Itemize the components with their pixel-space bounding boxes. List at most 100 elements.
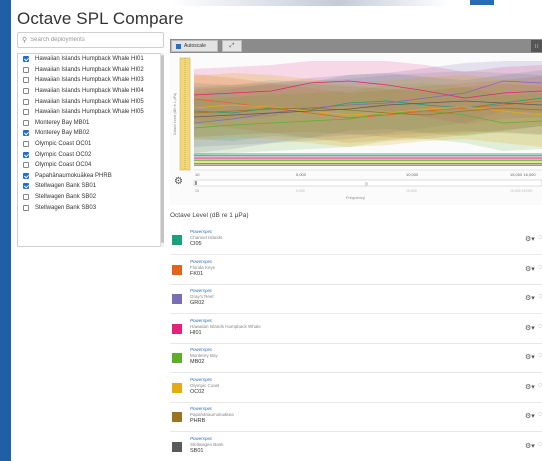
autoscale-checkbox[interactable] (176, 43, 181, 49)
spl-chart-svg[interactable]: Octave Level (dB re 1 μPa) 10 5,000 10,0… (170, 53, 542, 205)
deployment-label: Hawaiian Islands Humpback Whale HI05 (35, 98, 144, 105)
gear-icon[interactable]: ⚙▾ (525, 412, 535, 420)
x-tick-label: 5,000 (296, 172, 307, 177)
series-site: Olympic Coast (190, 382, 220, 388)
series-type: Powerspec (190, 435, 213, 441)
chevron-down-icon[interactable]: ◌ (538, 234, 542, 241)
series-code: PHRB (190, 418, 206, 424)
deployment-item[interactable]: Stellwagen Bank SB03 (18, 202, 163, 213)
series-type: Powerspec (190, 288, 213, 293)
chevron-down-icon[interactable]: ◌ (538, 293, 542, 300)
deployment-item[interactable]: Papahānaumokuākea PHRB (18, 171, 163, 182)
deployment-item[interactable]: Hawaiian Islands Humpback Whale HI05 (18, 96, 163, 107)
deployment-item[interactable]: Olympic Coast OC04 (18, 160, 163, 171)
legend-row[interactable]: Powerspec Olympic Coast OC02 ⚙▾ ◌ (170, 374, 542, 403)
scrollbar-thumb[interactable] (161, 55, 164, 243)
series-site: Papahānaumokuākea (190, 412, 234, 417)
deployment-checkbox[interactable] (23, 119, 29, 126)
legend-row[interactable]: Powerspec Gray's Reef GR02 ⚙▾ ◌ (170, 285, 542, 314)
deployment-checkbox[interactable] (23, 98, 29, 105)
chevron-down-icon[interactable]: ◌ (538, 264, 542, 271)
chevron-down-icon[interactable]: ◌ (538, 352, 542, 359)
grid-icon: ∷ (534, 43, 539, 50)
chart-settings-gear-icon[interactable]: ⚙ (174, 176, 183, 187)
deployment-item[interactable]: Hawaiian Islands Humpback Whale HI04 (18, 86, 163, 97)
deployment-item[interactable]: Monterey Bay MB01 (18, 118, 163, 129)
deployment-label: Monterey Bay MB01 (35, 119, 90, 126)
deployment-label: Stellwagen Bank SB03 (35, 204, 97, 211)
series-type: Powerspec (190, 347, 213, 352)
series-color-swatch[interactable] (172, 264, 182, 275)
deployment-label: Hawaiian Islands Humpback Whale HI02 (35, 66, 144, 73)
legend-row[interactable]: Powerspec Channel Islands CI05 ⚙▾ ◌ (170, 226, 542, 255)
gear-icon[interactable]: ⚙▾ (525, 265, 535, 273)
deployment-checkbox[interactable] (23, 183, 29, 190)
uncertainty-bands (194, 61, 542, 156)
autoscale-toggle[interactable]: Autoscale (171, 40, 218, 52)
range-handle-left[interactable] (195, 181, 197, 185)
deployment-item[interactable]: Stellwagen Bank SB02 (18, 192, 163, 203)
deployment-list-scrollbar[interactable] (160, 53, 164, 247)
gear-icon[interactable]: ⚙▾ (525, 294, 535, 302)
chevron-down-icon[interactable]: ◌ (538, 382, 542, 389)
chevron-down-icon[interactable]: ◌ (538, 411, 542, 418)
deployment-item[interactable]: Stellwagen Bank SB01 (18, 181, 163, 192)
legend-row[interactable]: Powerspec Hawaiian Islands Humpback Whale… (170, 315, 542, 344)
gear-icon[interactable]: ⚙▾ (525, 383, 535, 391)
legend-row[interactable]: Powerspec Papahānaumokuākea PHRB ⚙▾ ◌ (170, 403, 542, 432)
deployment-checkbox[interactable] (23, 66, 29, 73)
deployment-item[interactable]: Monterey Bay MB02 (18, 128, 163, 139)
series-color-swatch[interactable] (172, 353, 182, 363)
autoscale-label: Autoscale (184, 43, 206, 49)
frequency-range-slider[interactable] (193, 179, 542, 187)
deployment-label: Hawaiian Islands Humpback Whale HI04 (35, 88, 144, 95)
deployment-item[interactable]: Hawaiian Islands Humpback Whale HI03 (18, 75, 163, 86)
series-color-swatch[interactable] (172, 323, 182, 334)
spl-chart[interactable]: Octave Level (dB re 1 μPa) 10 5,000 10,0… (170, 53, 542, 205)
series-color-swatch[interactable] (172, 382, 182, 393)
series-site: Gray's Reef (190, 294, 214, 299)
series-code: OC02 (190, 388, 205, 395)
x-axis-label: Frequency (346, 195, 365, 200)
deployment-item[interactable]: Olympic Coast OC02 (18, 149, 163, 160)
legend-row[interactable]: Powerspec Stellwagen Bank SB01 ⚙▾ ◌ (170, 433, 542, 461)
chevron-down-icon[interactable]: ◌ (538, 323, 542, 330)
series-site: Stellwagen Bank (190, 441, 224, 447)
series-site: Monterey Bay (190, 353, 218, 358)
series-color-swatch[interactable] (172, 235, 182, 245)
gear-icon[interactable]: ⚙▾ (525, 235, 535, 243)
expand-button[interactable]: ⤢ (222, 40, 242, 52)
search-box[interactable]: ⚲ (17, 32, 164, 48)
deployment-item[interactable]: Hawaiian Islands Humpback Whale HI02 (18, 65, 163, 76)
series-type: Powerspec (190, 406, 213, 411)
deployment-checkbox[interactable] (23, 130, 29, 137)
range-grip[interactable]: ||| (365, 182, 368, 186)
deployment-checkbox[interactable] (23, 194, 29, 201)
deployment-checkbox[interactable] (23, 151, 29, 158)
deployment-checkbox[interactable] (23, 77, 29, 84)
deployment-checkbox[interactable] (23, 141, 29, 148)
series-color-swatch[interactable] (172, 294, 182, 304)
deployment-checkbox[interactable] (23, 109, 29, 116)
series-color-swatch[interactable] (172, 441, 182, 452)
gear-icon[interactable]: ⚙▾ (525, 324, 535, 332)
legend-row[interactable]: Powerspec Monterey Bay MB02 ⚙▾ ◌ (170, 344, 542, 373)
x-tick-label: 10 (195, 172, 200, 177)
deployment-label: Stellwagen Bank SB02 (35, 194, 97, 201)
deployment-checkbox[interactable] (23, 88, 29, 95)
deployment-checkbox[interactable] (23, 172, 29, 179)
gear-icon[interactable]: ⚙▾ (525, 353, 535, 361)
series-color-swatch[interactable] (172, 412, 182, 422)
search-input[interactable] (30, 37, 151, 43)
deployment-list[interactable]: Hawaiian Islands Humpback Whale HI01 Hawa… (17, 53, 164, 247)
deployment-item[interactable]: Olympic Coast OC01 (18, 139, 163, 150)
grid-view-button[interactable]: ∷ (531, 40, 542, 52)
chevron-down-icon[interactable]: ◌ (538, 441, 542, 448)
legend-row[interactable]: Powerspec Florida Keys FK01 ⚙▾ ◌ (170, 256, 542, 285)
deployment-item[interactable]: Hawaiian Islands Humpback Whale HI05 (18, 107, 163, 118)
deployment-checkbox[interactable] (23, 56, 29, 63)
deployment-checkbox[interactable] (23, 162, 29, 169)
deployment-checkbox[interactable] (23, 204, 29, 211)
deployment-item[interactable]: Hawaiian Islands Humpback Whale HI01 (18, 54, 163, 65)
gear-icon[interactable]: ⚙▾ (525, 442, 535, 450)
